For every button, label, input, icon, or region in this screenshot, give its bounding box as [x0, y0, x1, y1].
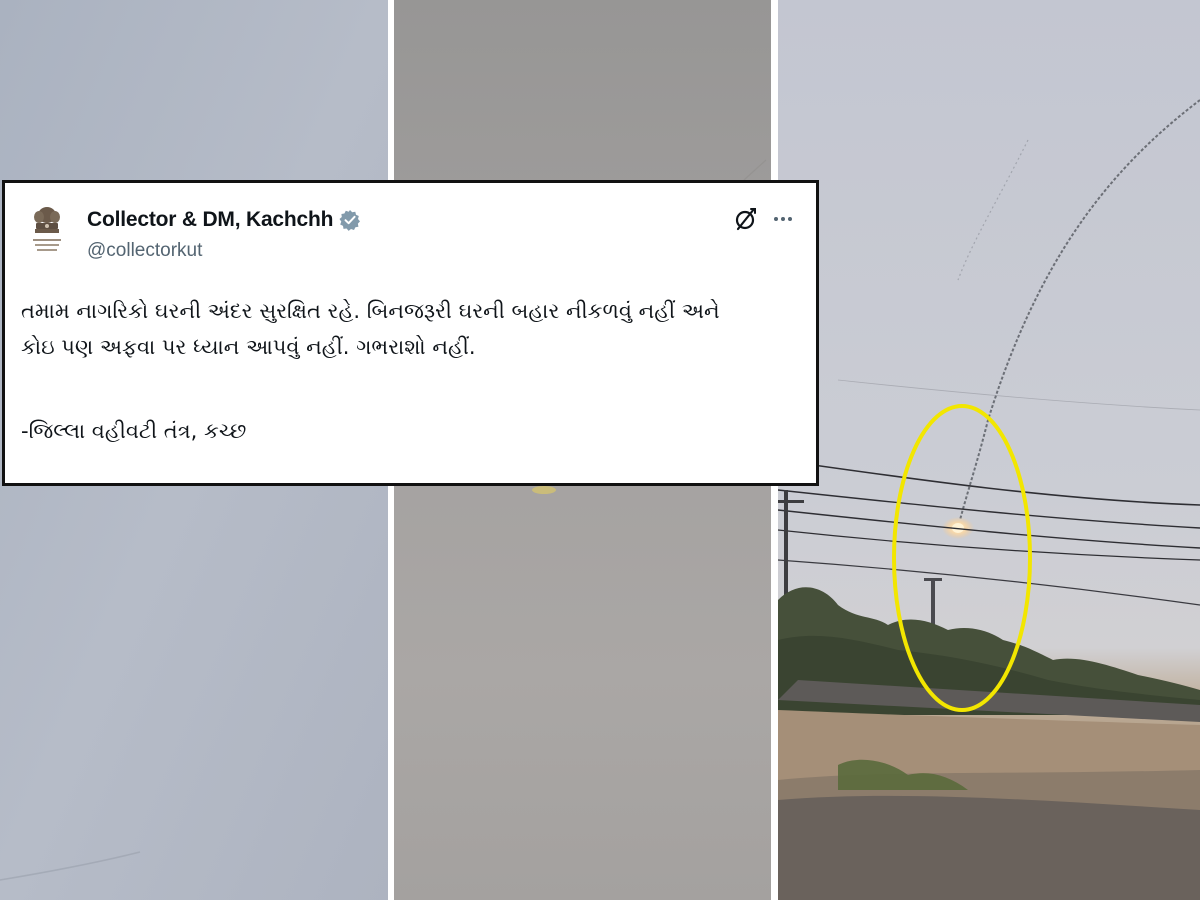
- verified-badge-icon: [339, 209, 361, 231]
- display-name[interactable]: Collector & DM, Kachchh: [87, 208, 333, 232]
- right-sky-frame: [778, 0, 1200, 900]
- government-emblem-icon[interactable]: [23, 203, 71, 257]
- author-row: Collector & DM, Kachchh: [87, 205, 361, 235]
- tweet-signature: -જિલ્લા વહીવટી તંત્ર, કચ્છ: [21, 419, 247, 443]
- tweet-text-line: તમામ નાગરિકો ઘરની અંદર સુરક્ષિત રહે. બિન…: [21, 299, 720, 323]
- tweet-text-line: કોઇ પણ અફવા પર ધ્યાન આપવું નહીં. ગભરાશો …: [21, 335, 476, 359]
- more-options-icon[interactable]: [771, 207, 795, 231]
- tweet-card: Collector & DM, Kachchh @collectorkut તમ…: [2, 180, 819, 486]
- user-handle[interactable]: @collectorkut: [87, 240, 202, 262]
- composite-image: Collector & DM, Kachchh @collectorkut તમ…: [0, 0, 1200, 900]
- grok-icon[interactable]: [733, 206, 759, 232]
- right-scene-art: [778, 0, 1200, 900]
- tweet-text: તમામ નાગરિકો ઘરની અંદર સુરક્ષિત રહે. બિન…: [21, 293, 811, 365]
